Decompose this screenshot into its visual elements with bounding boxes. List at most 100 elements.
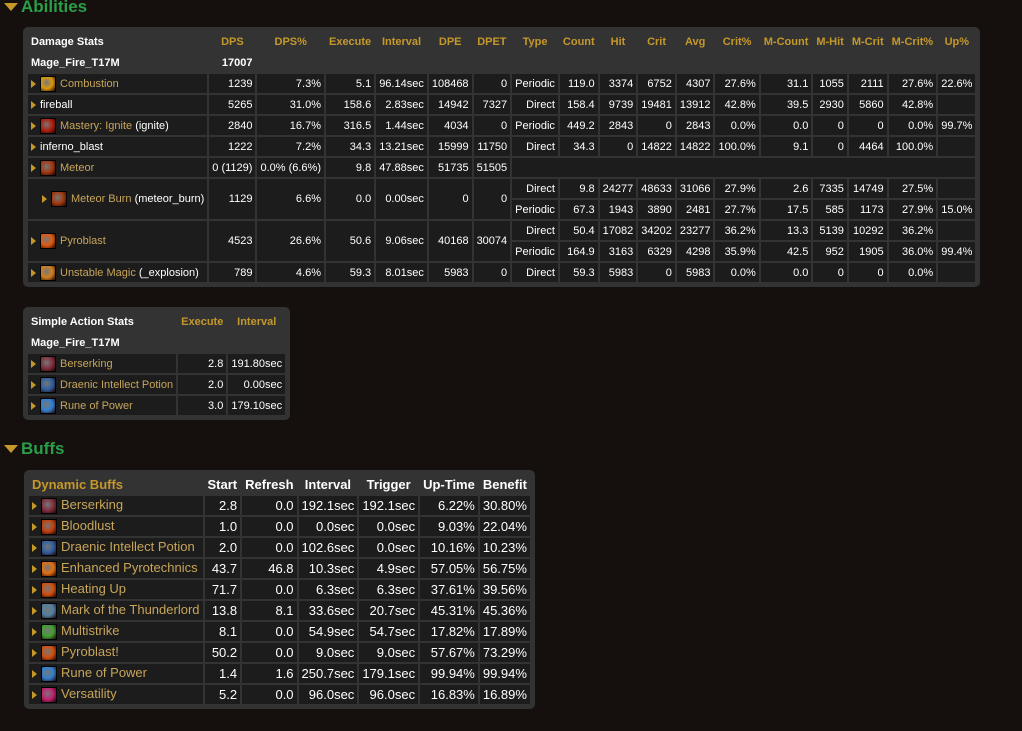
section-buffs[interactable]: Buffs (4, 439, 64, 459)
column-header[interactable]: Crit% (715, 32, 758, 51)
expand-arrow-icon[interactable] (32, 522, 37, 531)
ability-link[interactable]: Unstable Magic (60, 266, 136, 278)
column-header[interactable]: Interval (376, 32, 427, 51)
stat-cell: 0.0 (242, 643, 297, 662)
stat-cell: 9.03% (420, 517, 478, 536)
column-header[interactable]: Hit (600, 32, 637, 51)
column-header[interactable]: Type (512, 32, 558, 51)
column-header[interactable]: DPET (474, 32, 511, 51)
column-header[interactable]: Interval (228, 312, 285, 331)
ability-link[interactable]: Heating Up (61, 581, 126, 596)
ability-name-cell[interactable]: Pyroblast! (29, 643, 203, 662)
expand-arrow-icon[interactable] (32, 648, 37, 657)
ability-link[interactable]: Pyroblast (60, 235, 106, 247)
stat-cell: 100.0% (888, 137, 937, 156)
stat-cell (938, 179, 976, 198)
column-header[interactable]: DPS (209, 32, 255, 51)
ability-link[interactable]: Meteor (60, 161, 94, 173)
expand-arrow-icon[interactable] (32, 585, 37, 594)
column-header[interactable]: Execute (178, 312, 226, 331)
ability-link[interactable]: Bloodlust (61, 518, 114, 533)
column-header[interactable]: DPS% (257, 32, 324, 51)
ability-link[interactable]: Rune of Power (61, 665, 147, 680)
ability-name-cell[interactable]: Rune of Power (29, 664, 203, 683)
expand-arrow-icon[interactable] (31, 163, 36, 172)
column-header[interactable]: Up% (938, 32, 975, 51)
ability-name-cell[interactable]: Bloodlust (29, 517, 203, 536)
ability-name-cell[interactable]: Enhanced Pyrotechnics (29, 559, 203, 578)
expand-arrow-icon[interactable] (32, 690, 37, 699)
ability-name-cell[interactable]: Berserking (28, 354, 177, 373)
expand-arrow-icon[interactable] (32, 564, 37, 573)
ability-name-cell[interactable]: Draenic Intellect Potion (29, 538, 203, 557)
ability-link[interactable]: Berserking (61, 497, 123, 512)
simple-action-stats-panel: Simple Action Stats Execute Interval Mage_F… (23, 307, 291, 420)
ability-name-cell[interactable]: Mark of the Thunderlord (29, 601, 203, 620)
column-header[interactable]: Trigger (359, 475, 418, 494)
ability-link[interactable]: Combustion (60, 77, 119, 89)
ability-link[interactable]: Berserking (60, 357, 113, 369)
column-header[interactable]: M-Hit (813, 32, 847, 51)
ability-name-cell[interactable]: fireball (28, 95, 208, 114)
column-header[interactable]: Crit (638, 32, 675, 51)
column-header[interactable]: Count (560, 32, 598, 51)
column-header[interactable]: M-Crit (849, 32, 887, 51)
expand-arrow-icon[interactable] (31, 121, 36, 130)
header-row: Damage Stats DPS DPS% Execute Interval DPE DPE… (28, 32, 975, 51)
stat-cell: 47.88sec (376, 158, 427, 177)
ability-name-cell[interactable]: Versatility (29, 685, 203, 704)
ability-name-cell[interactable]: Meteor (28, 158, 208, 177)
expand-arrow-icon[interactable] (31, 401, 36, 410)
ability-name-cell[interactable]: Unstable Magic (_explosion) (28, 263, 208, 282)
ability-link[interactable]: Mastery: Ignite (60, 119, 132, 131)
ability-link[interactable]: Draenic Intellect Potion (60, 378, 173, 390)
expand-arrow-icon[interactable] (32, 669, 37, 678)
ability-link[interactable]: Rune of Power (60, 399, 133, 411)
ability-link[interactable]: Mark of the Thunderlord (61, 602, 200, 617)
ability-name-cell[interactable]: Multistrike (29, 622, 203, 641)
ability-link[interactable]: Meteor Burn (71, 193, 132, 205)
expand-arrow-icon[interactable] (31, 237, 36, 245)
column-header[interactable]: Interval (299, 475, 358, 494)
expand-arrow-icon[interactable] (31, 142, 36, 151)
expand-arrow-icon[interactable] (32, 543, 37, 552)
ability-link[interactable]: inferno_blast (40, 141, 103, 153)
ability-name-cell[interactable]: Mastery: Ignite (ignite) (28, 116, 208, 135)
stat-cell: 14822 (676, 137, 714, 156)
ability-link[interactable]: Draenic Intellect Potion (61, 539, 195, 554)
column-header[interactable]: Start (205, 475, 241, 494)
ability-link[interactable]: Multistrike (61, 623, 120, 638)
column-header[interactable]: Execute (326, 32, 374, 51)
column-header[interactable]: DPE (429, 32, 472, 51)
ability-name-cell[interactable]: Heating Up (29, 580, 203, 599)
ability-name-cell[interactable]: inferno_blast (28, 137, 208, 156)
expand-arrow-icon[interactable] (31, 268, 36, 277)
stat-cell: 1055 (813, 74, 847, 93)
column-header[interactable]: Benefit (480, 475, 530, 494)
column-header[interactable]: Refresh (242, 475, 296, 494)
ability-link[interactable]: Pyroblast! (61, 644, 119, 659)
expand-arrow-icon[interactable] (42, 195, 47, 203)
section-abilities[interactable]: Abilities (4, 0, 87, 17)
column-header[interactable]: M-Crit% (889, 32, 937, 51)
expand-arrow-icon[interactable] (31, 359, 36, 368)
column-header[interactable]: M-Count (761, 32, 812, 51)
ability-name-cell[interactable]: Rune of Power (28, 396, 177, 415)
expand-arrow-icon[interactable] (31, 100, 36, 109)
expand-arrow-icon[interactable] (31, 79, 36, 88)
ability-name-cell[interactable]: Pyroblast (28, 221, 208, 261)
ability-link[interactable]: Versatility (61, 686, 117, 701)
empty (257, 53, 975, 72)
expand-arrow-icon[interactable] (32, 627, 37, 636)
ability-link[interactable]: Enhanced Pyrotechnics (61, 560, 198, 575)
ability-name-cell[interactable]: Draenic Intellect Potion (28, 375, 177, 394)
ability-link[interactable]: fireball (40, 99, 72, 111)
expand-arrow-icon[interactable] (32, 606, 37, 615)
column-header[interactable]: Up-Time (420, 475, 478, 494)
ability-name-cell[interactable]: Berserking (29, 496, 203, 515)
ability-name-cell[interactable]: Meteor Burn (meteor_burn) (28, 179, 208, 219)
expand-arrow-icon[interactable] (32, 501, 37, 510)
column-header[interactable]: Avg (677, 32, 714, 51)
expand-arrow-icon[interactable] (31, 380, 36, 389)
ability-name-cell[interactable]: Combustion (28, 74, 208, 93)
